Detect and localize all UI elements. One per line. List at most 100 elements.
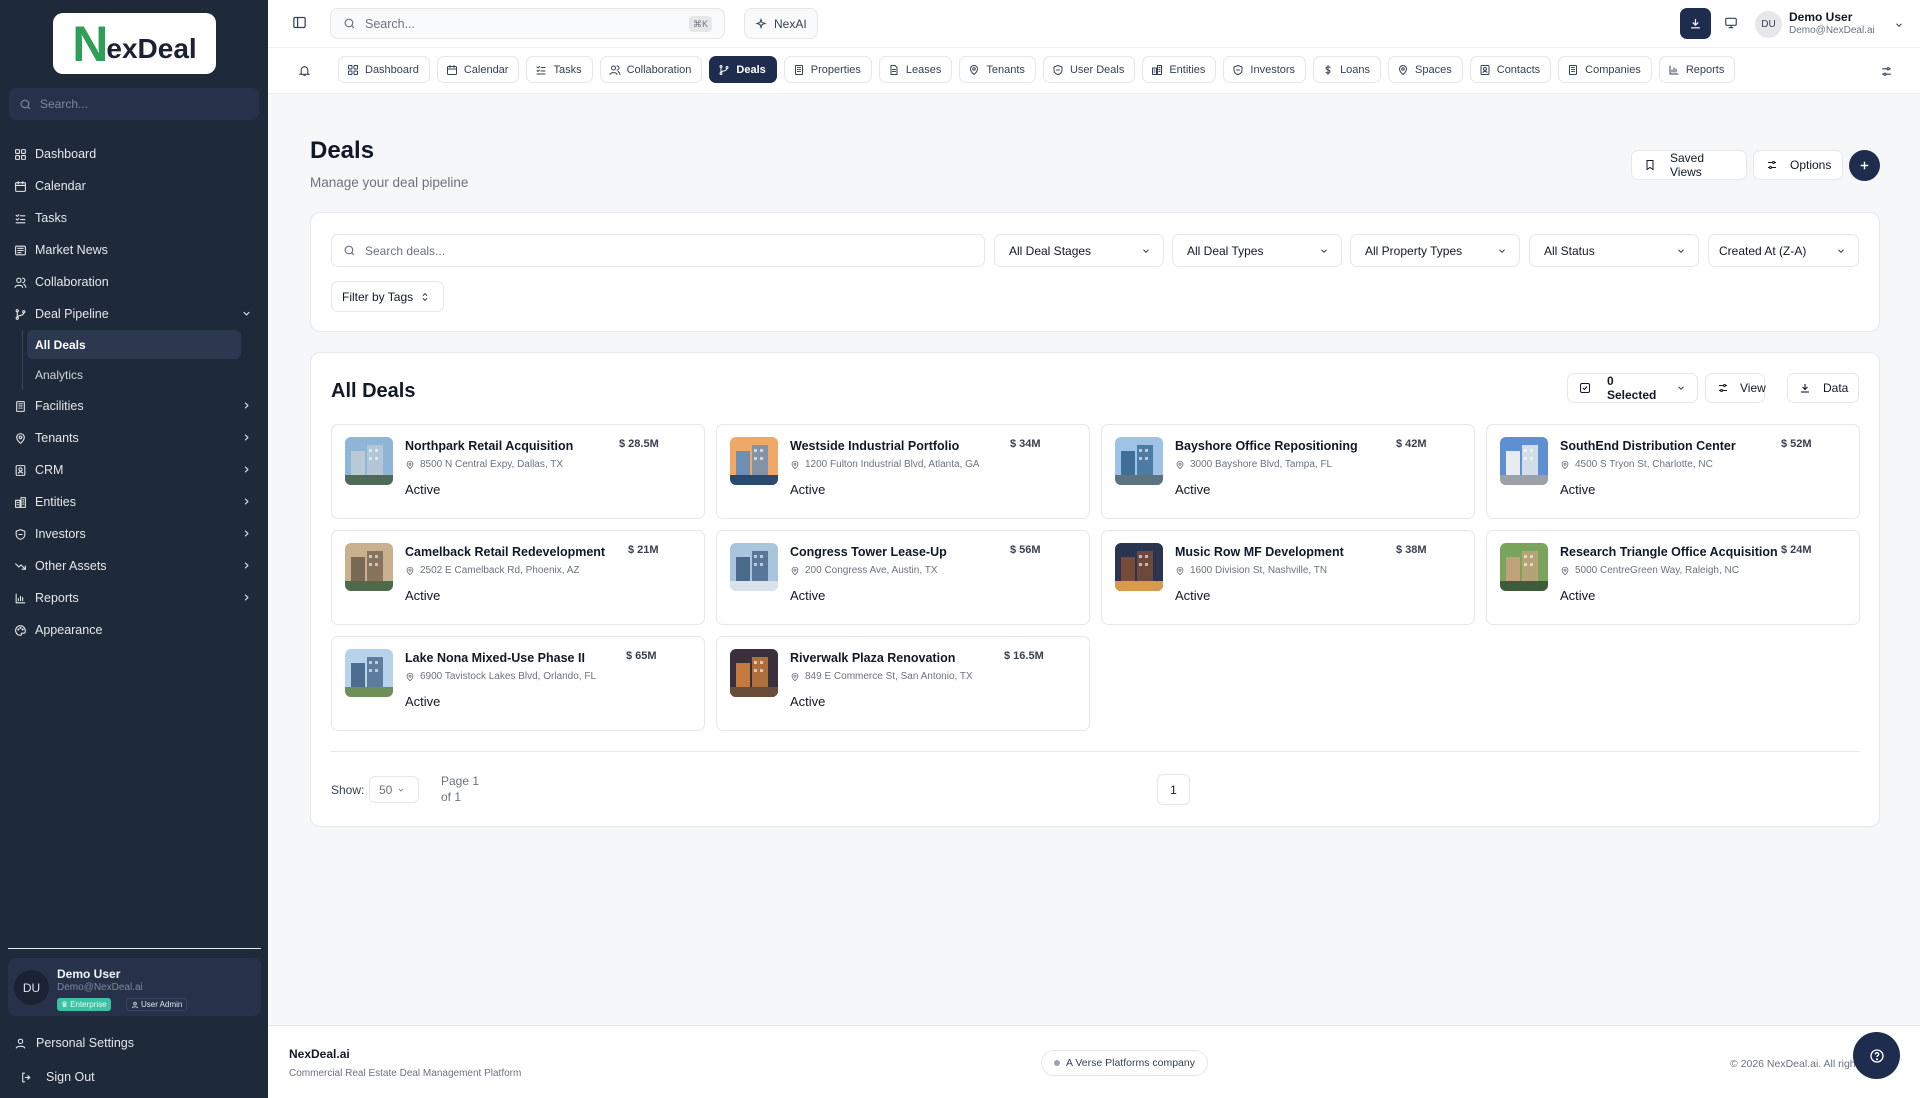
data-export-button[interactable]: Data xyxy=(1787,373,1859,403)
deal-card[interactable]: Music Row MF Development $ 38M 1600 Divisi… xyxy=(1101,530,1475,625)
dollar-icon xyxy=(1322,64,1334,76)
sidebar-item-tasks[interactable]: Tasks xyxy=(0,202,268,234)
bell-icon[interactable] xyxy=(298,64,311,77)
deal-search-input[interactable] xyxy=(365,243,965,258)
tab-dashboard[interactable]: Dashboard xyxy=(338,56,430,83)
view-button[interactable]: View xyxy=(1705,373,1766,403)
building-icon xyxy=(1567,64,1579,76)
sidebar-user-card[interactable]: DU Demo User Demo@NexDeal.ai ♛ Enterprise… xyxy=(8,958,261,1016)
deal-card[interactable]: Bayshore Office Repositioning $ 42M 3000 B… xyxy=(1101,424,1475,519)
sidebar-item-other-assets[interactable]: Other Assets xyxy=(0,550,268,582)
sidebar-toggle-icon[interactable] xyxy=(292,15,307,30)
tab-user-deals[interactable]: User Deals xyxy=(1042,56,1136,83)
deal-search[interactable] xyxy=(331,234,985,267)
filter-by-tags-button[interactable]: Filter by Tags xyxy=(331,281,444,312)
nexai-button[interactable]: NexAI xyxy=(744,8,818,39)
sidebar-item-reports[interactable]: Reports xyxy=(0,582,268,614)
options-button[interactable]: Options xyxy=(1753,150,1843,180)
status-select[interactable]: All Status xyxy=(1529,234,1699,267)
tab-entities[interactable]: Entities xyxy=(1142,56,1217,83)
saved-views-button[interactable]: Saved Views xyxy=(1631,150,1747,180)
deal-address-row: 1600 Division St, Nashville, TN xyxy=(1175,565,1327,576)
sign-out-icon xyxy=(20,1071,33,1084)
deal-card[interactable]: Northpark Retail Acquisition $ 28.5M 8500 … xyxy=(331,424,705,519)
deal-value: $ 42M xyxy=(1396,438,1427,450)
sort-select[interactable]: Created At (Z-A) xyxy=(1708,234,1859,267)
global-search-input[interactable] xyxy=(365,16,685,31)
footer-tagline: Commercial Real Estate Deal Management P… xyxy=(289,1068,522,1079)
sidebar-subitem-all-deals[interactable]: All Deals xyxy=(27,330,241,359)
sidebar-subitem-analytics[interactable]: Analytics xyxy=(27,360,241,389)
tab-tasks[interactable]: Tasks xyxy=(526,56,593,83)
sidebar-item-market-news[interactable]: Market News xyxy=(0,234,268,266)
deals-panel-title: All Deals xyxy=(331,380,416,402)
news-icon xyxy=(14,244,27,257)
add-deal-button[interactable] xyxy=(1849,150,1880,181)
sidebar-item-tenants[interactable]: Tenants xyxy=(0,422,268,454)
tab-leases[interactable]: Leases xyxy=(878,56,953,83)
sign-out-link[interactable]: Sign Out xyxy=(0,1063,268,1091)
monitor-icon[interactable] xyxy=(1724,16,1738,30)
personal-settings-link[interactable]: Personal Settings xyxy=(0,1029,268,1057)
download-button[interactable] xyxy=(1680,8,1711,39)
property-type-select[interactable]: All Property Types xyxy=(1350,234,1520,267)
deal-card[interactable]: SouthEnd Distribution Center $ 52M 4500 S … xyxy=(1486,424,1860,519)
deal-type-select[interactable]: All Deal Types xyxy=(1172,234,1342,267)
global-search[interactable]: ⌘K xyxy=(330,8,725,39)
chevron-right-icon xyxy=(241,400,252,411)
contact-icon xyxy=(1479,64,1491,76)
sidebar-search-input[interactable] xyxy=(40,97,240,111)
tab-investors[interactable]: Investors xyxy=(1223,56,1307,83)
dashboard-icon xyxy=(347,64,359,76)
sidebar-item-appearance[interactable]: Appearance xyxy=(0,614,268,646)
deal-card[interactable]: Riverwalk Plaza Renovation $ 16.5M 849 E C… xyxy=(716,636,1090,731)
map-pin-icon xyxy=(790,566,800,576)
tab-tenants[interactable]: Tenants xyxy=(959,56,1036,83)
sidebar-item-collaboration[interactable]: Collaboration xyxy=(0,266,268,298)
sidebar-search[interactable] xyxy=(9,88,259,120)
tab-calendar[interactable]: Calendar xyxy=(436,56,520,83)
tab-reports[interactable]: Reports xyxy=(1658,56,1736,83)
tab-deals[interactable]: Deals xyxy=(709,56,777,83)
tab-loans[interactable]: Loans xyxy=(1313,56,1382,83)
tab-collaboration[interactable]: Collaboration xyxy=(599,56,703,83)
deal-card[interactable]: Camelback Retail Redevelopment $ 21M 2502 … xyxy=(331,530,705,625)
page-button-1[interactable]: 1 xyxy=(1157,774,1190,805)
tab-label: Collaboration xyxy=(626,63,692,76)
deal-card[interactable]: Lake Nona Mixed-Use Phase II $ 65M 6900 Ta… xyxy=(331,636,705,731)
deal-photo xyxy=(1500,543,1548,591)
deal-card[interactable]: Westside Industrial Portfolio $ 34M 1200 F… xyxy=(716,424,1090,519)
footer-brand: NexDeal.ai xyxy=(289,1047,350,1061)
sidebar-item-investors[interactable]: Investors xyxy=(0,518,268,550)
company-pill[interactable]: A Verse Platforms company xyxy=(1041,1050,1208,1076)
deal-stage-select[interactable]: All Deal Stages xyxy=(994,234,1164,267)
deal-card[interactable]: Congress Tower Lease-Up $ 56M 200 Congress… xyxy=(716,530,1090,625)
tab-contacts[interactable]: Contacts xyxy=(1469,56,1552,83)
deal-card[interactable]: Research Triangle Office Acquisition $ 24… xyxy=(1486,530,1860,625)
tab-label: Deals xyxy=(736,63,766,76)
sidebar-item-deal-pipeline[interactable]: Deal Pipeline xyxy=(0,298,268,330)
deal-address-row: 2502 E Camelback Rd, Phoenix, AZ xyxy=(405,565,580,576)
sidebar-item-calendar[interactable]: Calendar xyxy=(0,170,268,202)
tab-properties[interactable]: Properties xyxy=(783,56,872,83)
deal-address-row: 3000 Bayshore Blvd, Tampa, FL xyxy=(1175,459,1332,470)
tab-spaces[interactable]: Spaces xyxy=(1388,56,1463,83)
top-user-menu[interactable]: DU Demo User Demo@NexDeal.ai xyxy=(1755,8,1915,40)
help-button[interactable] xyxy=(1853,1032,1900,1079)
sidebar-item-entities[interactable]: Entities xyxy=(0,486,268,518)
deal-address: 1200 Fulton Industrial Blvd, Atlanta, GA xyxy=(805,459,980,470)
page-size-select[interactable]: 50 xyxy=(369,776,419,803)
deal-status: Active xyxy=(405,694,441,709)
settings-sliders-icon[interactable] xyxy=(1880,65,1893,78)
chevron-down-icon xyxy=(1836,246,1846,256)
sidebar-item-crm[interactable]: CRM xyxy=(0,454,268,486)
selection-dropdown[interactable]: 0 Selected xyxy=(1567,373,1698,403)
deal-value: $ 34M xyxy=(1010,438,1041,450)
role-badge-label: User Admin xyxy=(141,1000,183,1009)
palette-icon xyxy=(14,624,27,637)
nexdeal-logo[interactable]: NexDeal xyxy=(53,13,216,74)
sidebar-item-facilities[interactable]: Facilities xyxy=(0,390,268,422)
avatar: DU xyxy=(1755,11,1782,38)
tab-companies[interactable]: Companies xyxy=(1558,56,1652,83)
sidebar-item-dashboard[interactable]: Dashboard xyxy=(0,138,268,170)
